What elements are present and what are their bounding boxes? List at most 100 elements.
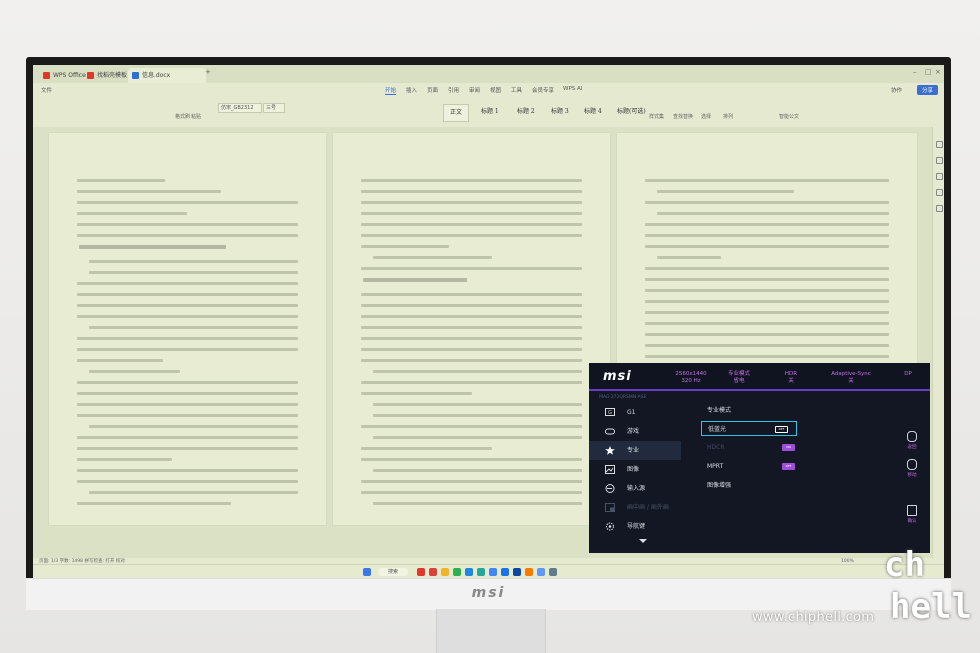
menu-review[interactable]: 审阅	[469, 86, 480, 94]
folder-icon[interactable]	[441, 568, 449, 576]
monitor-chin: msi	[26, 578, 951, 610]
document-page-2[interactable]	[333, 133, 610, 525]
app-red-icon[interactable]	[429, 568, 437, 576]
osd-item-input[interactable]: 输入源	[589, 479, 681, 498]
font-family-select[interactable]: 仿宋_GB2312	[218, 103, 262, 113]
paragraph-line	[657, 256, 721, 259]
move-key[interactable]: 移动	[894, 459, 930, 478]
settings-icon[interactable]	[936, 205, 943, 212]
menu-tools[interactable]: 工具	[511, 86, 522, 94]
move-key-icon	[907, 459, 917, 470]
osd-toggle[interactable]: OFF	[775, 426, 788, 433]
qq-icon[interactable]	[489, 568, 497, 576]
osd-item-label: 输入源	[627, 485, 646, 492]
menu-member[interactable]: 会员专享	[532, 86, 554, 94]
select-button[interactable]: 选择	[701, 113, 711, 120]
osd-item-professional[interactable]: 专业	[589, 441, 681, 460]
taskbar-search[interactable]: 搜索	[378, 568, 408, 576]
osd-item-g1[interactable]: G G1	[589, 403, 681, 422]
right-sidebar	[932, 127, 944, 558]
tab-label: 找稻壳模板	[97, 72, 128, 79]
official-doc-button[interactable]: 智能公文	[779, 113, 799, 120]
menu-insert[interactable]: 插入	[406, 86, 417, 94]
ps-icon[interactable]	[513, 568, 521, 576]
confirm-key[interactable]: 确认	[894, 505, 930, 524]
menu-home[interactable]: 开始	[385, 86, 397, 95]
chevron-down-icon[interactable]	[639, 539, 647, 543]
share-button[interactable]: 分享	[916, 85, 938, 95]
edge-icon[interactable]	[465, 568, 473, 576]
osd-item-image[interactable]: 图像	[589, 460, 681, 479]
cursor-icon[interactable]	[936, 157, 943, 164]
style-heading-2[interactable]: 标题 2	[511, 104, 541, 120]
tab-docer[interactable]: 找稻壳模板	[83, 68, 131, 83]
docer-icon	[87, 72, 94, 79]
tab-document[interactable]: 信息.docx	[128, 68, 206, 83]
osd-toggle[interactable]: OFF	[782, 463, 795, 470]
paragraph-line	[77, 348, 298, 351]
watermark-logo: ch hell	[884, 545, 972, 627]
paragraph-heading	[363, 278, 468, 282]
paragraph-line	[645, 234, 889, 237]
osd-opt-pro-mode[interactable]: 专业模式	[701, 403, 803, 418]
start-icon[interactable]	[363, 568, 371, 576]
star-icon	[605, 446, 615, 455]
paragraph-line	[373, 370, 582, 373]
style-heading-3[interactable]: 标题 3	[545, 104, 575, 120]
osd-opt-mprt[interactable]: MPRT OFF	[701, 459, 803, 474]
osd-item-navi-key[interactable]: 导航键	[589, 517, 681, 536]
osd-opt-low-blue-light[interactable]: 低蓝光 OFF	[701, 421, 797, 436]
osd-mode: 专业模式 省电	[719, 371, 759, 385]
paragraph-line	[361, 480, 582, 483]
new-tab-button[interactable]: +	[205, 68, 211, 76]
osd-resolution: 2560x1440 320 Hz	[671, 371, 711, 385]
app-blue-icon[interactable]	[501, 568, 509, 576]
menu-view[interactable]: 视图	[490, 86, 501, 94]
paste-button[interactable]: 粘贴	[191, 113, 201, 120]
paragraph-line	[89, 326, 298, 329]
paragraph-heading	[79, 245, 226, 249]
menu-reference[interactable]: 引用	[448, 86, 459, 94]
paragraph-line	[77, 337, 298, 340]
maximize-button[interactable]: □	[925, 68, 932, 76]
find-replace-button[interactable]: 查找替换	[673, 113, 693, 120]
osd-opt-hdcr[interactable]: HDCR ON	[701, 440, 803, 455]
style-normal[interactable]: 正文	[443, 104, 470, 122]
style-heading-4[interactable]: 标题 4	[578, 104, 608, 120]
font-size-select[interactable]: 三号	[263, 103, 285, 113]
arrange-button[interactable]: 排列	[723, 113, 733, 120]
menu-wps-ai[interactable]: WPS AI	[563, 86, 582, 92]
tab-label: WPS Office	[53, 72, 86, 79]
edit-icon[interactable]	[936, 173, 943, 180]
format-painter-button[interactable]: 格式刷	[175, 113, 190, 120]
paragraph-line	[77, 201, 298, 204]
osd-item-gaming[interactable]: 游戏	[589, 422, 681, 441]
paragraph-line	[373, 403, 582, 406]
paragraph-line	[77, 282, 298, 285]
style-heading-1[interactable]: 标题 1	[475, 104, 505, 120]
wps-icon[interactable]	[417, 568, 425, 576]
pen-icon[interactable]	[936, 141, 943, 148]
osd-toggle[interactable]: ON	[782, 444, 795, 451]
collab-button[interactable]: 协作	[891, 86, 902, 94]
paragraph-line	[77, 414, 298, 417]
close-button[interactable]: ×	[935, 68, 941, 76]
paragraph-line	[361, 267, 582, 270]
osd-opt-image-enhance[interactable]: 图像增强	[701, 478, 803, 493]
store-icon[interactable]	[525, 568, 533, 576]
style-set-button[interactable]: 样式集	[649, 113, 664, 120]
list-icon[interactable]	[936, 189, 943, 196]
wechat-icon[interactable]	[453, 568, 461, 576]
app-teal-icon[interactable]	[477, 568, 485, 576]
document-page-1[interactable]	[49, 133, 326, 525]
style-optional[interactable]: 标题(可选)	[611, 104, 652, 120]
osd-item-pip[interactable]: 画中画 / 画外画	[589, 498, 681, 517]
chrome-icon[interactable]	[537, 568, 545, 576]
menu-file[interactable]: 文件	[41, 86, 52, 94]
menu-page[interactable]: 页面	[427, 86, 438, 94]
minimize-button[interactable]: –	[913, 68, 917, 76]
back-key[interactable]: 返回	[894, 431, 930, 450]
menu-bar: 文件 开始 插入 页面 引用 审阅 视图 工具 会员专享 WPS AI 协作 分…	[33, 83, 944, 97]
osd-info-line1: Adaptive-Sync	[831, 371, 871, 377]
settings-app-icon[interactable]	[549, 568, 557, 576]
